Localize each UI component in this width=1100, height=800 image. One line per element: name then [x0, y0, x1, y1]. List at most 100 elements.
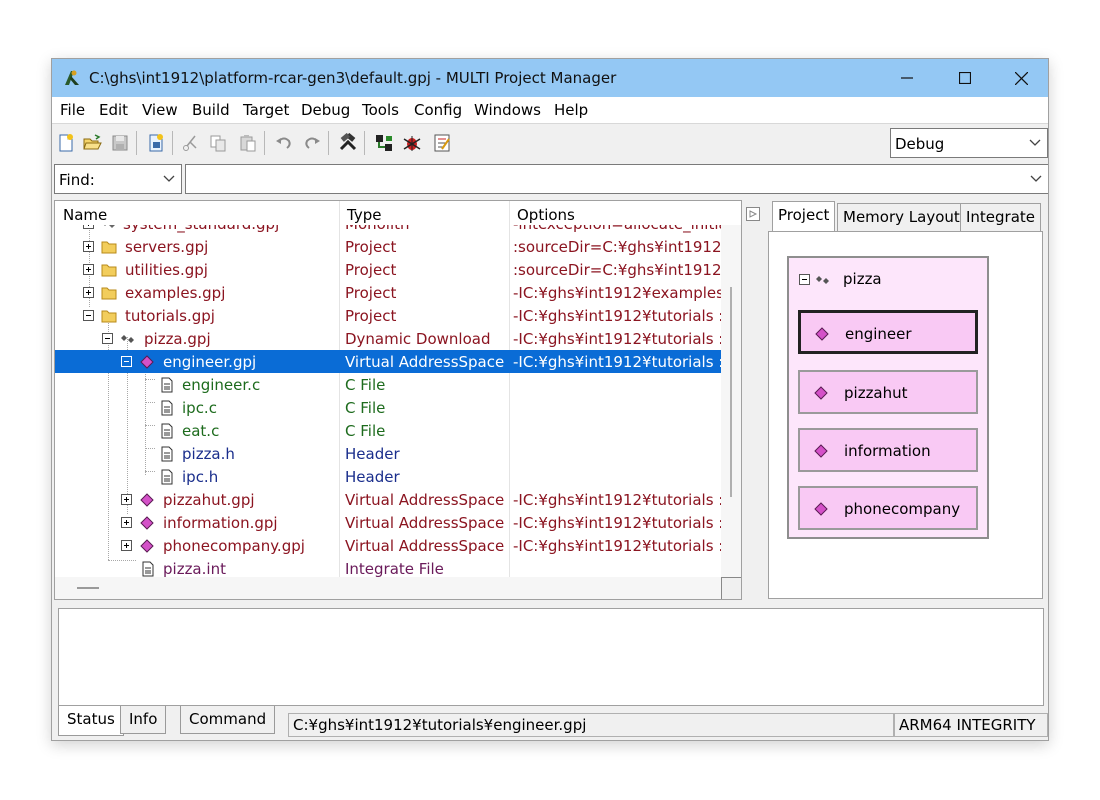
file-icon	[161, 377, 173, 393]
menu-windows[interactable]: Windows	[474, 101, 541, 119]
collapse-icon[interactable]	[121, 356, 132, 367]
tab-integrate[interactable]: Integrate	[960, 203, 1042, 231]
tree-row[interactable]: pizzahut.gpj Virtual AddressSpace -IC:¥g…	[55, 488, 723, 511]
find-mode-select[interactable]: Find:	[54, 164, 182, 194]
column-header-name[interactable]: Name	[55, 201, 339, 225]
column-header-options[interactable]: Options	[509, 201, 723, 225]
row-type: Project	[345, 284, 397, 302]
row-type: Header	[345, 468, 400, 486]
node-phonecompany[interactable]: phonecompany	[798, 486, 978, 530]
toolbar-separator	[136, 131, 137, 155]
tree-row[interactable]: servers.gpj Project :sourceDir=C:¥ghs¥in…	[55, 235, 723, 258]
column-header-type[interactable]: Type	[339, 201, 509, 225]
menu-debug[interactable]: Debug	[301, 101, 350, 119]
new-file-icon[interactable]	[54, 131, 78, 155]
tree-row[interactable]: pizza.int Integrate File	[55, 557, 723, 577]
tab-command[interactable]: Command	[180, 706, 276, 734]
dual-diamond-icon	[816, 276, 829, 284]
expand-icon[interactable]	[83, 264, 94, 275]
tree-row[interactable]: pizza.gpj Dynamic Download -IC:¥ghs¥int1…	[55, 327, 723, 350]
expand-icon[interactable]	[121, 540, 132, 551]
menu-build[interactable]: Build	[192, 101, 230, 119]
collapse-icon[interactable]	[83, 310, 94, 321]
tree-row[interactable]: engineer.c C File	[55, 373, 723, 396]
minimize-button[interactable]	[878, 59, 936, 97]
checklist-icon[interactable]	[430, 131, 454, 155]
row-type: Virtual AddressSpace	[345, 537, 505, 555]
tree-row[interactable]: utilities.gpj Project :sourceDir=C:¥ghs¥…	[55, 258, 723, 281]
build-config-select[interactable]: Debug	[890, 128, 1048, 158]
maximize-button[interactable]	[936, 59, 994, 97]
expand-icon[interactable]	[83, 241, 94, 252]
status-path: C:¥ghs¥int1912¥tutorials¥engineer.gpj	[288, 713, 894, 737]
paste-icon[interactable]	[236, 131, 260, 155]
tree-row-selected[interactable]: engineer.gpj Virtual AddressSpace -IC:¥g…	[55, 350, 723, 373]
tree-row[interactable]: pizza.h Header	[55, 442, 723, 465]
menu-config[interactable]: Config	[414, 101, 462, 119]
node-label: engineer	[845, 325, 912, 343]
new-project-icon[interactable]	[144, 131, 168, 155]
copy-icon[interactable]	[206, 131, 230, 155]
node-pizzahut[interactable]: pizzahut	[798, 370, 978, 414]
expand-icon[interactable]	[83, 287, 94, 298]
debug-bug-icon[interactable]	[400, 131, 424, 155]
expand-icon[interactable]	[83, 225, 94, 229]
node-information[interactable]: information	[798, 428, 978, 472]
window-title: C:\ghs\int1912\platform-rcar-gen3\defaul…	[89, 69, 617, 87]
find-input[interactable]	[185, 164, 1048, 194]
output-pane[interactable]	[58, 608, 1044, 706]
tree-row[interactable]: tutorials.gpj Project -IC:¥ghs¥int1912¥t…	[55, 304, 723, 327]
find-label: Find:	[59, 171, 95, 189]
project-diagram-panel: pizza engineer pizzahut information phon…	[768, 231, 1043, 599]
tab-info[interactable]: Info	[120, 706, 167, 734]
tree-row[interactable]: eat.c C File	[55, 419, 723, 442]
run-target-icon[interactable]	[372, 131, 396, 155]
row-options: -intexception=allocate_initial	[513, 225, 723, 233]
tree-horizontal-scrollbar[interactable]	[55, 577, 723, 599]
row-options: -IC:¥ghs¥int1912¥tutorials :	[513, 537, 723, 555]
scrollbar-thumb[interactable]	[730, 287, 732, 497]
row-type: C File	[345, 399, 386, 417]
redo-icon[interactable]	[300, 131, 324, 155]
tree-row[interactable]: ipc.c C File	[55, 396, 723, 419]
undo-icon[interactable]	[272, 131, 296, 155]
tree-row[interactable]: system_standard.gpj Monolith -intexcepti…	[55, 225, 723, 235]
project-tree[interactable]: Name Type Options system_standard.gpj Mo…	[54, 200, 742, 600]
save-icon[interactable]	[108, 131, 132, 155]
build-icon[interactable]	[336, 131, 360, 155]
tab-memory-layout[interactable]: Memory Layout	[837, 203, 966, 231]
title-bar[interactable]: C:\ghs\int1912\platform-rcar-gen3\defaul…	[52, 59, 1048, 97]
collapse-icon[interactable]	[102, 333, 113, 344]
menu-edit[interactable]: Edit	[99, 101, 128, 119]
row-type: Virtual AddressSpace	[345, 491, 505, 509]
tree-row[interactable]: ipc.h Header	[55, 465, 723, 488]
tab-status[interactable]: Status	[58, 706, 124, 736]
find-bar: Find:	[52, 161, 1048, 197]
diamond-icon	[814, 386, 828, 400]
tab-project[interactable]: Project	[772, 201, 836, 231]
tree-row[interactable]: examples.gpj Project -IC:¥ghs¥int1912¥ex…	[55, 281, 723, 304]
menu-tools[interactable]: Tools	[362, 101, 399, 119]
close-button[interactable]	[992, 59, 1048, 97]
panel-toggle-icon[interactable]	[746, 207, 760, 221]
menu-target[interactable]: Target	[243, 101, 289, 119]
collapse-icon[interactable]	[799, 274, 810, 285]
tree-row[interactable]: phonecompany.gpj Virtual AddressSpace -I…	[55, 534, 723, 557]
menu-help[interactable]: Help	[554, 101, 588, 119]
expand-icon[interactable]	[121, 517, 132, 528]
row-options: -IC:¥ghs¥int1912¥tutorials :	[513, 514, 723, 532]
chevron-down-icon	[1029, 139, 1041, 146]
diamond-icon	[140, 516, 154, 530]
open-folder-icon[interactable]	[80, 131, 104, 155]
build-config-value: Debug	[895, 135, 945, 153]
menu-view[interactable]: View	[142, 101, 178, 119]
expand-icon[interactable]	[121, 494, 132, 505]
scrollbar-thumb[interactable]	[77, 587, 99, 589]
tree-vertical-scrollbar[interactable]	[721, 225, 741, 577]
menu-file[interactable]: File	[60, 101, 85, 119]
diamond-icon	[814, 444, 828, 458]
node-engineer[interactable]: engineer	[798, 310, 978, 354]
tree-row[interactable]: information.gpj Virtual AddressSpace -IC…	[55, 511, 723, 534]
toolbar-separator	[264, 131, 265, 155]
cut-icon[interactable]	[178, 131, 202, 155]
